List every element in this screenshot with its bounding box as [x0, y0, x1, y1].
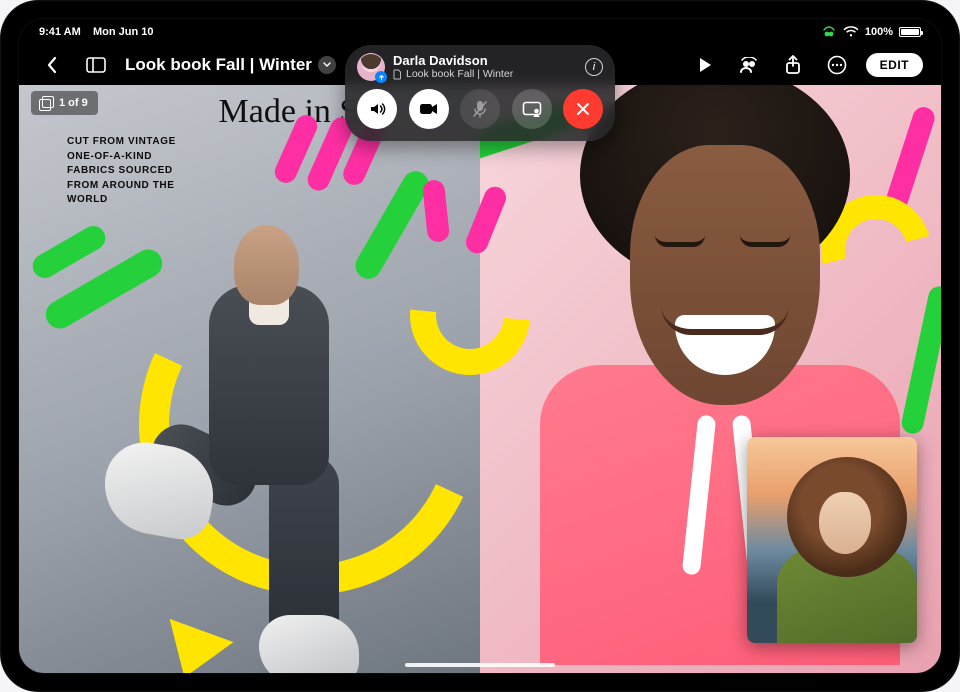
- play-button[interactable]: [690, 50, 720, 80]
- ipad-device-frame: 9:41 AM Mon Jun 10 100%: [0, 0, 960, 692]
- pages-stack-icon: [39, 96, 53, 110]
- screen-share-button[interactable]: [512, 89, 552, 129]
- call-info-button[interactable]: i: [585, 58, 603, 76]
- call-context-label: Look book Fall | Winter: [406, 68, 513, 80]
- share-button[interactable]: [778, 50, 808, 80]
- screen: 9:41 AM Mon Jun 10 100%: [18, 18, 942, 674]
- home-indicator[interactable]: [405, 663, 555, 667]
- shareplay-badge-icon: [375, 71, 387, 83]
- status-date: Mon Jun 10: [93, 26, 154, 38]
- status-left: 9:41 AM Mon Jun 10: [39, 26, 154, 38]
- shareplay-button[interactable]: [734, 50, 764, 80]
- title-dropdown-icon: [318, 56, 336, 74]
- more-button[interactable]: [822, 50, 852, 80]
- document-icon: [393, 69, 402, 80]
- edit-button[interactable]: EDIT: [866, 53, 923, 77]
- left-page-image: Made in Sa CUT FROM VINTAGE ONE-OF-A-KIN…: [19, 85, 480, 673]
- document-title: Look book Fall | Winter: [125, 55, 312, 75]
- caller-avatar: [357, 53, 385, 81]
- page-indicator-label: 1 of 9: [59, 97, 88, 109]
- page-indicator[interactable]: 1 of 9: [31, 91, 98, 115]
- sidebar-toggle-icon[interactable]: [81, 50, 111, 80]
- facetime-call-banner[interactable]: Darla Davidson Look book Fall | Winter i: [345, 45, 615, 141]
- end-call-button[interactable]: [563, 89, 603, 129]
- battery-icon: [899, 27, 921, 37]
- wifi-icon: [843, 26, 859, 38]
- battery-percent: 100%: [865, 26, 893, 38]
- facetime-self-view[interactable]: [747, 437, 917, 643]
- back-button[interactable]: [37, 50, 67, 80]
- caller-info: Darla Davidson Look book Fall | Winter: [393, 54, 513, 80]
- status-right: 100%: [821, 26, 921, 38]
- shareplay-status-icon: [821, 26, 837, 38]
- model-photo-left: [109, 135, 439, 655]
- document-title-button[interactable]: Look book Fall | Winter: [125, 55, 336, 75]
- audio-route-button[interactable]: [357, 89, 397, 129]
- camera-toggle-button[interactable]: [409, 89, 449, 129]
- marker-stroke: [28, 222, 109, 283]
- mute-button[interactable]: [460, 89, 500, 129]
- status-time: 9:41 AM: [39, 26, 81, 38]
- status-bar: 9:41 AM Mon Jun 10 100%: [19, 19, 941, 45]
- caller-name: Darla Davidson: [393, 54, 513, 68]
